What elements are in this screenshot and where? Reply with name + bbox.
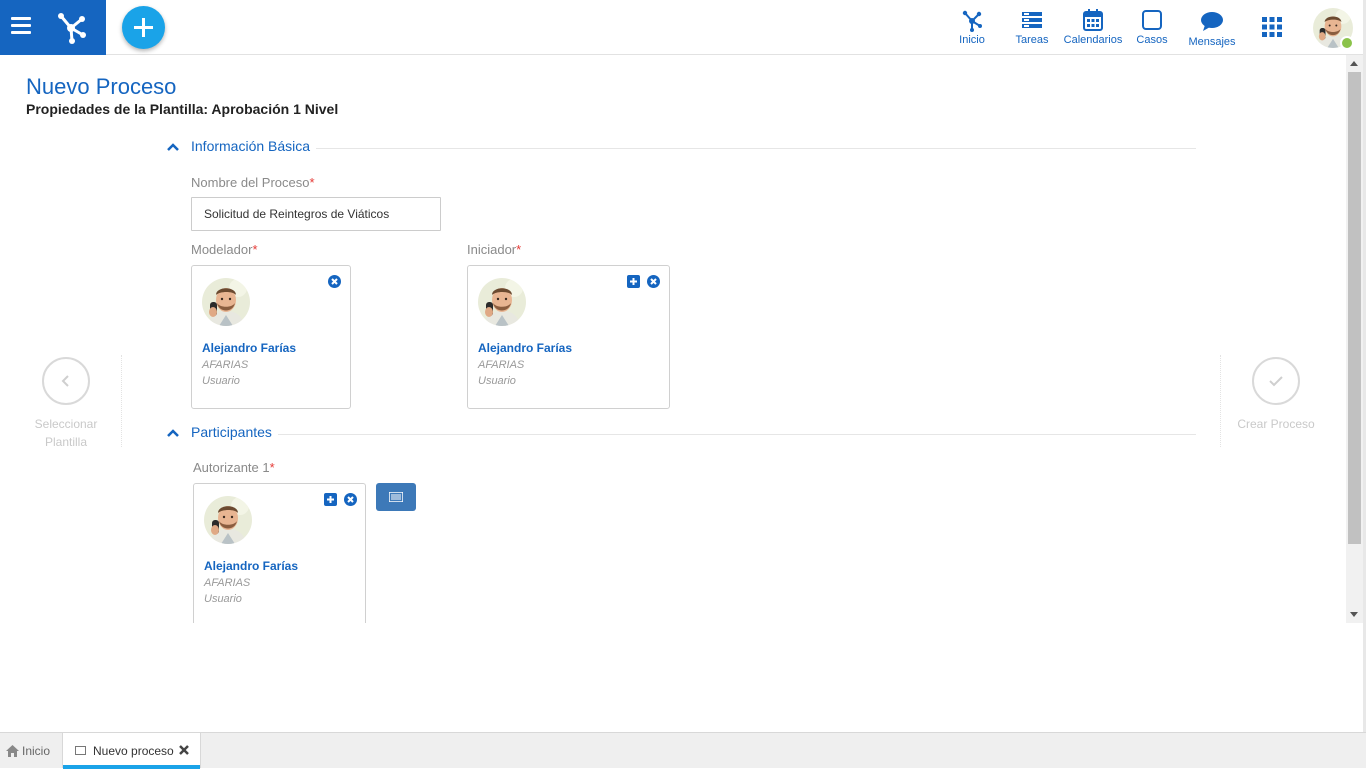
initiator-label: Iniciador* — [467, 242, 522, 257]
select-template-step[interactable]: Seleccionar Plantilla — [20, 357, 112, 449]
messages-icon — [1201, 12, 1223, 31]
modeler-login: AFARIAS — [202, 359, 249, 371]
authorizer-role: Usuario — [204, 593, 242, 605]
brand-area — [0, 0, 106, 55]
authorizer-avatar — [204, 496, 252, 544]
app-logo-icon[interactable] — [52, 8, 90, 46]
process-name-input[interactable] — [191, 197, 441, 231]
section-participants: Participantes — [166, 424, 1196, 444]
online-status-indicator — [1340, 36, 1354, 50]
tab-nuevo-proceso[interactable]: Nuevo proceso — [62, 733, 201, 769]
list-icon — [389, 492, 403, 502]
create-process-label: Crear Proceso — [1237, 417, 1315, 431]
active-tab-indicator — [63, 765, 200, 769]
scroll-up-arrow-icon[interactable] — [1350, 61, 1358, 66]
nav-inicio-label: Inicio — [959, 34, 985, 46]
select-template-label-line1: Seleccionar — [34, 417, 98, 431]
authorizer-label: Autorizante 1* — [193, 460, 275, 475]
window-icon — [75, 746, 86, 755]
tab-inicio[interactable]: Inicio — [6, 733, 50, 768]
authorizer-login: AFARIAS — [204, 577, 251, 589]
remove-modeler-icon[interactable] — [328, 275, 341, 288]
initiator-login: AFARIAS — [478, 359, 525, 371]
page-title: Nuevo Proceso — [26, 74, 177, 99]
check-icon — [1252, 357, 1300, 405]
process-name-label: Nombre del Proceso* — [191, 175, 315, 190]
right-divider — [1220, 355, 1221, 447]
section-divider — [316, 148, 1196, 149]
modeler-user-card[interactable]: Alejandro Farías AFARIAS Usuario — [191, 265, 351, 409]
home-icon — [6, 744, 19, 757]
chevron-left-icon — [42, 357, 90, 405]
authorizer-user-card[interactable]: Alejandro Farías AFARIAS Usuario — [193, 483, 366, 623]
collapse-chevron-up-icon[interactable] — [166, 426, 180, 440]
modeler-avatar — [202, 278, 250, 326]
nav-mensajes[interactable]: Mensajes — [1187, 10, 1237, 48]
tab-nuevo-proceso-label: Nuevo proceso — [93, 743, 174, 758]
nav-mensajes-label: Mensajes — [1188, 36, 1236, 48]
modeler-role: Usuario — [202, 375, 240, 387]
tasks-icon — [1022, 12, 1042, 28]
bottom-tab-bar: Inicio Nuevo proceso — [0, 732, 1366, 769]
calendar-icon — [1083, 9, 1103, 31]
nav-casos-label: Casos — [1136, 34, 1168, 46]
left-divider — [121, 355, 122, 447]
tab-inicio-label: Inicio — [22, 743, 51, 758]
top-bar: Inicio Tareas Calendarios Casos Mensajes — [0, 0, 1366, 55]
authorizer-list-button[interactable] — [376, 483, 416, 511]
scrollbar-thumb[interactable] — [1348, 72, 1361, 544]
initiator-role: Usuario — [478, 375, 516, 387]
section-participants-title[interactable]: Participantes — [191, 424, 280, 440]
nav-inicio[interactable]: Inicio — [953, 8, 991, 46]
collapse-chevron-up-icon[interactable] — [166, 140, 180, 154]
page-subtitle: Propiedades de la Plantilla: Aprobación … — [26, 101, 339, 117]
add-new-button[interactable] — [122, 6, 165, 49]
process-network-icon — [962, 10, 982, 32]
nav-tareas[interactable]: Tareas — [1013, 8, 1051, 46]
nav-casos[interactable]: Casos — [1135, 8, 1169, 46]
section-basic-info-title[interactable]: Información Básica — [191, 138, 319, 154]
select-template-label-line2: Plantilla — [44, 435, 88, 449]
remove-authorizer-icon[interactable] — [344, 493, 357, 506]
add-authorizer-icon[interactable] — [324, 493, 337, 506]
nav-calendarios[interactable]: Calendarios — [1062, 8, 1124, 46]
create-process-step[interactable]: Crear Proceso — [1228, 357, 1324, 431]
vertical-scrollbar[interactable] — [1346, 55, 1363, 623]
modeler-label: Modelador* — [191, 242, 258, 257]
menu-hamburger-icon[interactable] — [11, 17, 31, 34]
apps-grid-icon[interactable] — [1262, 17, 1282, 37]
add-initiator-icon[interactable] — [627, 275, 640, 288]
nav-calendarios-label: Calendarios — [1063, 34, 1123, 46]
modeler-name[interactable]: Alejandro Farías — [202, 341, 296, 355]
initiator-avatar — [478, 278, 526, 326]
main-content: Nuevo Proceso Propiedades de la Plantill… — [0, 55, 1346, 623]
close-tab-icon[interactable] — [178, 744, 190, 756]
scroll-down-arrow-icon[interactable] — [1350, 612, 1358, 617]
cases-icon — [1142, 10, 1162, 30]
initiator-user-card[interactable]: Alejandro Farías AFARIAS Usuario — [467, 265, 670, 409]
section-basic-info: Información Básica — [166, 138, 1196, 158]
initiator-name[interactable]: Alejandro Farías — [478, 341, 572, 355]
nav-tareas-label: Tareas — [1015, 34, 1049, 46]
remove-initiator-icon[interactable] — [647, 275, 660, 288]
authorizer-name[interactable]: Alejandro Farías — [204, 559, 298, 573]
section-divider — [278, 434, 1196, 435]
